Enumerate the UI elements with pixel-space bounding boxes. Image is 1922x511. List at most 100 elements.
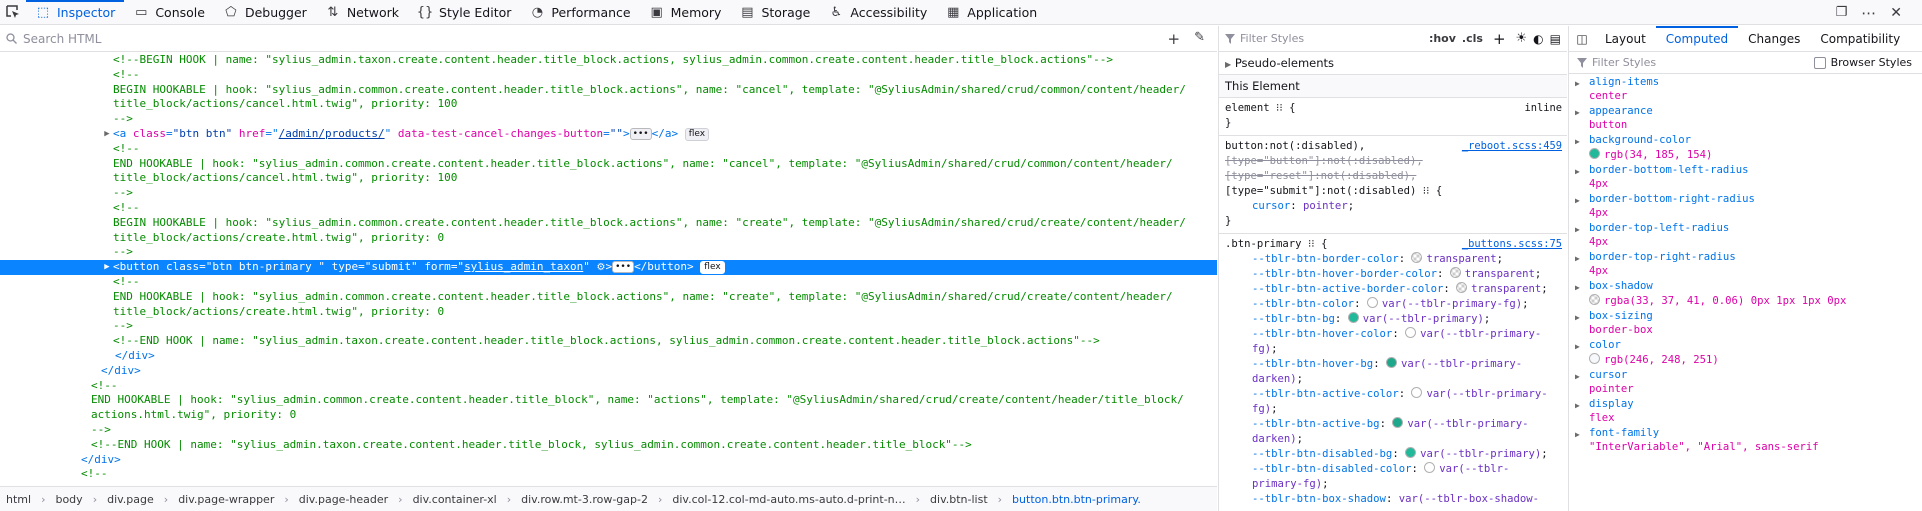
tab-network[interactable]: ⇅ Network: [316, 0, 408, 25]
expand-icon[interactable]: ▶: [1575, 135, 1580, 149]
light-mode-icon[interactable]: ☀: [1516, 31, 1528, 46]
breadcrumb-item[interactable]: button.btn.btn-primary.: [1012, 493, 1141, 506]
tab-performance[interactable]: ◔ Performance: [520, 0, 639, 25]
tree-node-comment[interactable]: END HOOKABLE | hook: "sylius_admin.commo…: [0, 290, 1217, 305]
breadcrumb-item[interactable]: div.page-wrapper: [178, 493, 274, 506]
expand-icon[interactable]: ▶: [1575, 106, 1580, 120]
tab-console[interactable]: ▭ Console: [124, 0, 214, 25]
tab-computed[interactable]: Computed: [1655, 26, 1739, 52]
add-rule-icon[interactable]: +: [1489, 30, 1510, 48]
tab-application[interactable]: ▦ Application: [936, 0, 1046, 25]
close-icon[interactable]: ✕: [1890, 5, 1902, 21]
tree-node-comment[interactable]: title_block/actions/cancel.html.twig", p…: [0, 97, 1217, 112]
cls-button[interactable]: .cls: [1462, 32, 1483, 45]
color-swatch-icon[interactable]: [1411, 252, 1423, 263]
eyedropper-icon[interactable]: ✎: [1194, 30, 1205, 48]
color-swatch-icon[interactable]: [1456, 282, 1468, 293]
expand-icon[interactable]: ▶: [1575, 194, 1580, 208]
tree-node-comment[interactable]: <!--: [0, 142, 1217, 157]
color-swatch-icon[interactable]: [1405, 447, 1417, 458]
filter-styles-input[interactable]: Filter Styles: [1225, 32, 1423, 45]
breadcrumb-item[interactable]: div.col-12.col-md-auto.ms-auto.d-print-n…: [672, 493, 905, 506]
expand-icon[interactable]: ▶: [102, 127, 112, 142]
declaration[interactable]: --tblr-btn-hover-color: var(--tblr-prima…: [1225, 327, 1561, 357]
tree-node-comment[interactable]: END HOOKABLE | hook: "sylius_admin.commo…: [0, 393, 1217, 408]
add-node-icon[interactable]: +: [1168, 30, 1181, 48]
rule-selector[interactable]: element: [1225, 102, 1270, 114]
tree-node-comment[interactable]: -->: [0, 186, 1217, 201]
tab-changes[interactable]: Changes: [1738, 26, 1810, 52]
browser-styles-toggle[interactable]: Browser Styles: [1813, 56, 1912, 69]
color-swatch-icon[interactable]: [1385, 357, 1397, 368]
rule-selector[interactable]: .btn-primary: [1225, 238, 1302, 250]
expand-icon[interactable]: ▶: [1575, 281, 1580, 295]
expand-icon[interactable]: ▶: [1575, 223, 1580, 237]
dark-mode-icon[interactable]: ◐: [1533, 32, 1543, 46]
tab-style-editor[interactable]: {} Style Editor: [408, 0, 520, 25]
expand-icon[interactable]: ▶: [1575, 252, 1580, 266]
declaration[interactable]: cursor: pointer;: [1225, 199, 1561, 214]
tab-compatibility[interactable]: Compatibility: [1810, 26, 1910, 52]
tree-node-close-div[interactable]: </div>: [0, 349, 1217, 364]
breadcrumb-item[interactable]: html: [6, 493, 31, 506]
expand-icon[interactable]: ▶: [1575, 370, 1580, 384]
tree-node-comment[interactable]: BEGIN HOOKABLE | hook: "sylius_admin.com…: [0, 216, 1217, 231]
computed-property[interactable]: ▶ align-items center: [1569, 74, 1922, 103]
expand-icon[interactable]: ▶: [1575, 311, 1580, 325]
tree-node-close-div[interactable]: </div>: [0, 453, 1217, 468]
flex-badge[interactable]: flex: [700, 261, 725, 275]
breadcrumb-item[interactable]: div.btn-list: [930, 493, 988, 506]
computed-property[interactable]: ▶ color rgb(246, 248, 251): [1569, 337, 1922, 367]
color-swatch-icon[interactable]: [1449, 267, 1461, 278]
search-html-input[interactable]: Search HTML: [0, 32, 1168, 46]
declaration[interactable]: --tblr-btn-disabled-color: var(--tblr-pr…: [1225, 462, 1561, 492]
tree-node-comment[interactable]: -->: [0, 319, 1217, 334]
expand-icon[interactable]: ▶: [1575, 428, 1580, 442]
more-options-icon[interactable]: ⋯: [1861, 4, 1876, 22]
tab-accessibility[interactable]: ♿ Accessibility: [819, 0, 936, 25]
breadcrumb-item[interactable]: div.page: [107, 493, 154, 506]
expand-icon[interactable]: ▶: [1575, 77, 1580, 91]
tree-node-comment[interactable]: -->: [0, 112, 1217, 127]
expand-icon[interactable]: ▶: [1575, 340, 1580, 354]
declaration[interactable]: --tblr-btn-bg: var(--tblr-primary);: [1225, 312, 1561, 327]
tree-node-comment[interactable]: END HOOKABLE | hook: "sylius_admin.commo…: [0, 157, 1217, 172]
collapsed-content-icon[interactable]: •••: [629, 127, 652, 140]
dock-options-icon[interactable]: ❐: [1836, 5, 1848, 20]
expand-icon[interactable]: ▶: [1575, 165, 1580, 179]
color-swatch-icon[interactable]: [1411, 387, 1423, 398]
computed-property[interactable]: ▶ border-top-right-radius 4px: [1569, 249, 1922, 278]
flex-badge[interactable]: flex: [684, 127, 710, 141]
tree-node-comment[interactable]: <!--END HOOK | name: "sylius_admin.taxon…: [0, 334, 1217, 349]
declaration[interactable]: --tblr-btn-border-color: transparent;: [1225, 252, 1561, 267]
computed-property[interactable]: ▶ font-family "InterVariable", "Arial", sa…: [1569, 425, 1922, 454]
breadcrumb-item[interactable]: body: [55, 493, 82, 506]
tab-memory[interactable]: ▣ Memory: [640, 0, 731, 25]
color-swatch-icon[interactable]: [1405, 327, 1417, 338]
tree-node-comment[interactable]: title_block/actions/create.html.twig", p…: [0, 231, 1217, 246]
tree-node-comment[interactable]: <!--: [0, 201, 1217, 216]
event-listener-icon[interactable]: ⚙: [597, 262, 606, 273]
declaration[interactable]: --tblr-btn-active-bg: var(--tblr-primary…: [1225, 417, 1561, 447]
tree-node-close-div[interactable]: </div>: [0, 364, 1217, 379]
tree-node-comment[interactable]: <!--: [0, 68, 1217, 83]
tree-node-comment[interactable]: -->: [0, 423, 1217, 438]
declaration[interactable]: --tblr-btn-color: var(--tblr-primary-fg)…: [1225, 297, 1561, 312]
tab-storage[interactable]: ▤ Storage: [730, 0, 819, 25]
declaration[interactable]: --tblr-btn-active-color: var(--tblr-prim…: [1225, 387, 1561, 417]
rule-source-link[interactable]: _reboot.scss:459: [1462, 139, 1562, 154]
tree-node-comment[interactable]: title_block/actions/create.html.twig", p…: [0, 305, 1217, 320]
computed-property[interactable]: ▶ cursor pointer: [1569, 367, 1922, 396]
tab-inspector[interactable]: ⬚ Inspector: [26, 0, 125, 25]
computed-property[interactable]: ▶ box-sizing border-box: [1569, 308, 1922, 337]
declaration[interactable]: --tblr-btn-disabled-bg: var(--tblr-prima…: [1225, 447, 1561, 462]
node-icon[interactable]: ⁝⁝: [1276, 102, 1283, 114]
computed-property[interactable]: ▶ display flex: [1569, 396, 1922, 425]
tree-node-button-selected[interactable]: ▶ <button class="btn btn-primary " type="…: [0, 260, 1217, 275]
tree-node-comment[interactable]: <!--: [0, 379, 1217, 394]
node-icon[interactable]: ⁝⁝: [1308, 238, 1315, 250]
color-swatch-icon[interactable]: [1392, 417, 1404, 428]
breadcrumb-item[interactable]: div.page-header: [299, 493, 388, 506]
declaration[interactable]: --tblr-btn-hover-bg: var(--tblr-primary-…: [1225, 357, 1561, 387]
tree-node-comment[interactable]: -->: [0, 245, 1217, 260]
